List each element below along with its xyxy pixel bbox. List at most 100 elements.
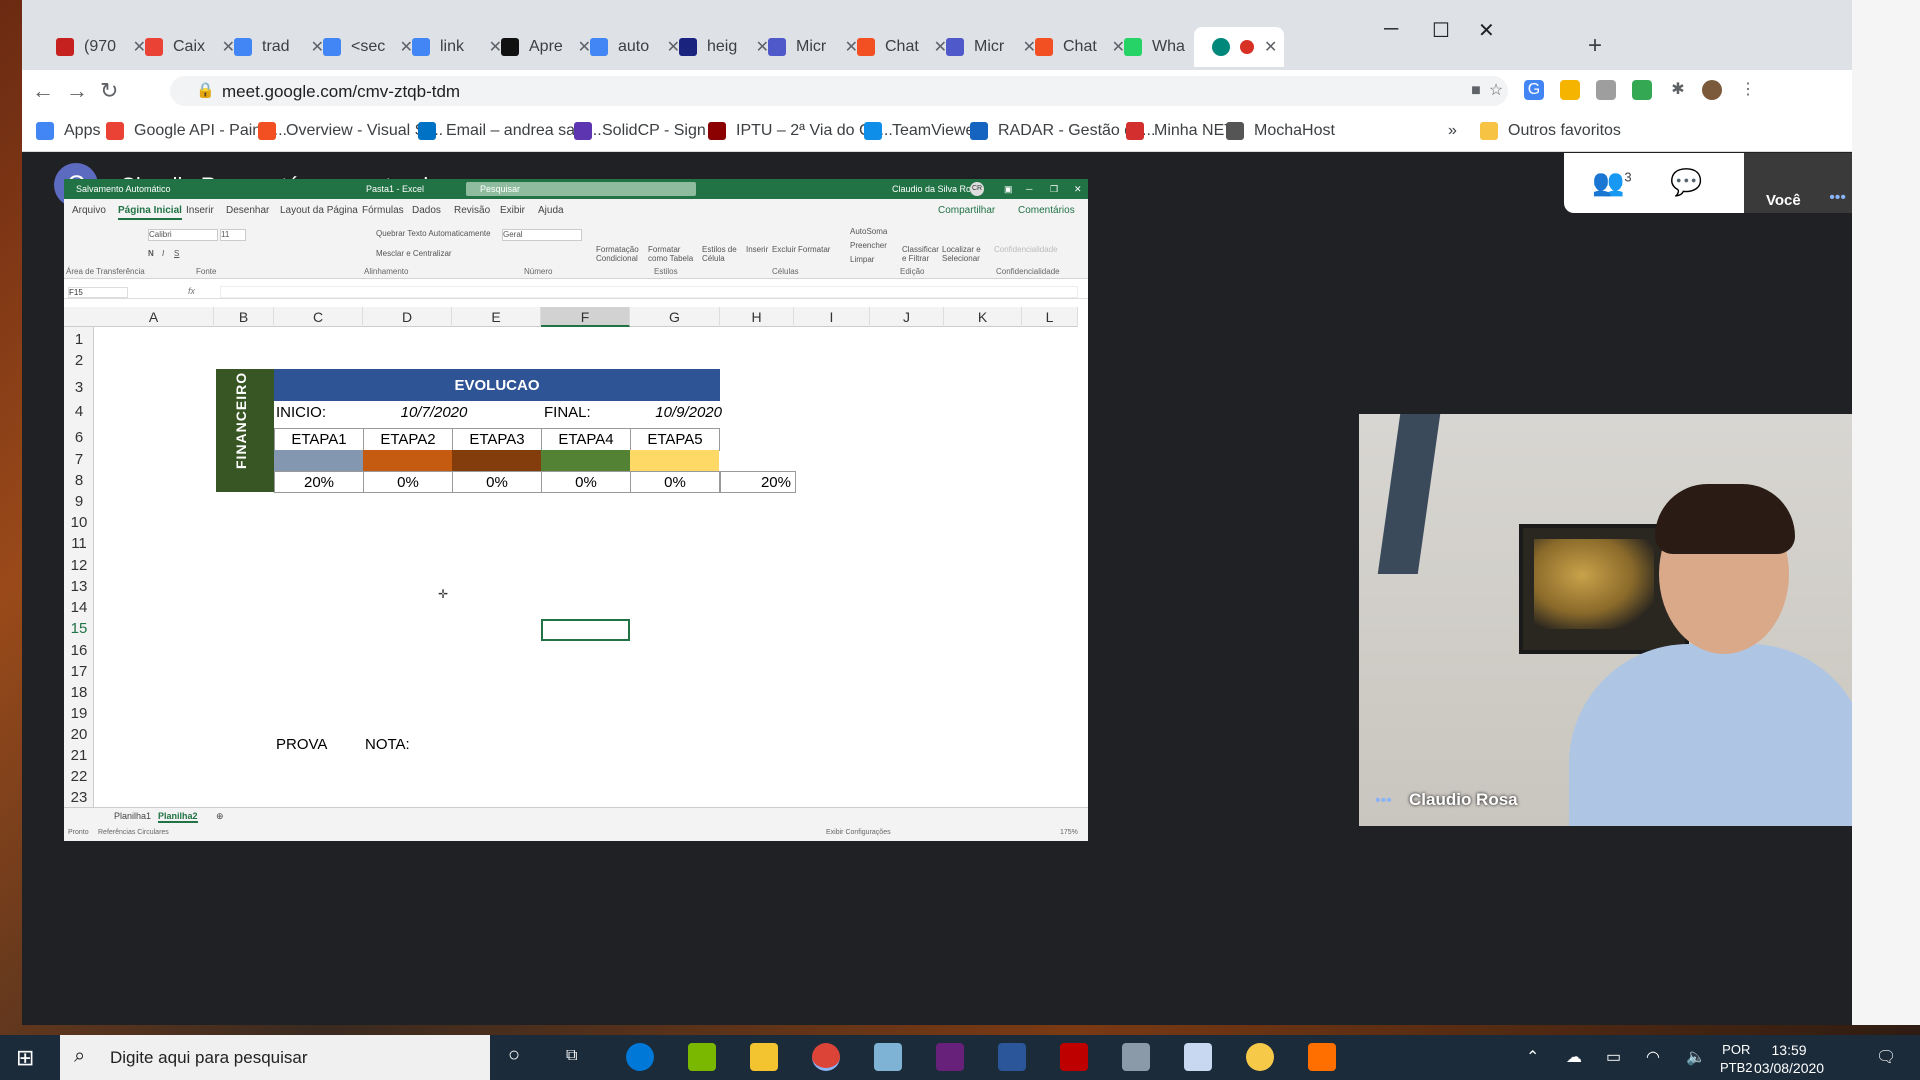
prova-cell[interactable]: PROVA [274,733,354,755]
insert-cells-button[interactable]: Inserir [746,245,768,254]
column-header[interactable]: E [452,307,541,327]
column-header[interactable]: C [274,307,363,327]
visual-studio-icon[interactable] [936,1043,964,1071]
more-options-icon[interactable]: ••• [1829,189,1846,207]
excel-menu-tab[interactable]: Layout da Página [280,205,358,216]
column-header[interactable]: H [720,307,794,327]
sheet-tab-planilha2[interactable]: Planilha2 [158,811,198,823]
excel-close-icon[interactable]: ✕ [1074,184,1082,195]
participants-icon[interactable]: 👥3 [1592,167,1632,198]
profile-avatar[interactable] [1702,80,1722,100]
new-tab-button[interactable]: + [1588,32,1602,60]
minimize-button[interactable]: ─ [1384,18,1398,41]
row-header[interactable]: 1 [64,331,94,348]
share-button[interactable]: Compartilhar [938,205,995,216]
excel-search[interactable]: Pesquisar [466,182,696,196]
stage-color-cell[interactable] [541,450,630,471]
italic-button[interactable]: I [162,249,164,258]
excel-menu-tab[interactable]: Revisão [454,205,490,216]
column-header[interactable]: L [1022,307,1078,327]
format-table-button[interactable]: Formatar como Tabela [648,245,700,263]
row-header[interactable]: 7 [64,451,94,468]
row-header[interactable]: 19 [64,705,94,722]
autosum-button[interactable]: AutoSoma [850,227,887,236]
chrome-icon[interactable] [812,1043,840,1071]
row-header[interactable]: 22 [64,768,94,785]
show-hidden-icons[interactable]: ⌃ [1526,1047,1539,1067]
column-header[interactable]: F [541,307,630,327]
edge-icon[interactable] [626,1043,654,1071]
row-header[interactable]: 3 [64,379,94,396]
stage-color-cell[interactable] [363,450,452,471]
row-header[interactable]: 11 [64,535,94,552]
bookmark-item[interactable]: Overview - Visual St... [258,122,443,140]
inicio-date-cell[interactable]: 10/7/2020 [364,401,504,423]
excel-menu-tab[interactable]: Página Inicial [118,205,182,220]
excel-menu-tab[interactable]: Exibir [500,205,525,216]
display-settings-button[interactable]: Exibir Configurações [826,829,891,836]
file-explorer-icon[interactable] [750,1043,778,1071]
stage-header-cell[interactable]: ETAPA5 [630,428,720,451]
notifications-icon[interactable]: 🗨 [1876,1047,1896,1067]
number-format-select[interactable]: Geral [502,229,582,241]
reload-icon[interactable]: ↻ [100,78,118,104]
row-header[interactable]: 9 [64,493,94,510]
key-extension-icon[interactable] [1560,80,1580,100]
app-icon-12[interactable] [1308,1043,1336,1071]
row-header[interactable]: 14 [64,599,94,616]
final-label-cell[interactable]: FINAL: [544,401,634,423]
back-icon[interactable]: ← [32,78,54,104]
sensitivity-button[interactable]: Confidencialidade [994,245,1058,254]
excel-menu-tab[interactable]: Ajuda [538,205,564,216]
row-header[interactable]: 23 [64,789,94,806]
column-header[interactable]: B [214,307,274,327]
final-date-cell[interactable]: 10/9/2020 [634,401,722,423]
conditional-format-button[interactable]: Formatação Condicional [596,245,646,263]
menu-icon[interactable]: ⋮ [1738,80,1758,100]
column-header[interactable]: K [944,307,1022,327]
task-view-icon[interactable]: ⧉ [566,1047,577,1065]
maximize-button[interactable]: ☐ [1432,18,1450,43]
sort-filter-button[interactable]: Classificar e Filtrar [902,245,939,263]
add-sheet-button[interactable]: ⊕ [216,811,224,822]
participant-video-claudio[interactable]: ••• Claudio Rosa [1359,414,1852,826]
column-header[interactable]: I [794,307,870,327]
evolucao-header-cell[interactable]: EVOLUCAO [274,369,720,401]
sheet-tab-planilha1[interactable]: Planilha1 [114,811,151,821]
row-header[interactable]: 16 [64,642,94,659]
comments-button[interactable]: Comentários [1018,205,1075,216]
taskbar-search[interactable]: ⌕ Digite aqui para pesquisar [60,1035,490,1080]
font-size-select[interactable]: 11 [220,229,246,241]
camera-icon[interactable]: ■ [1466,81,1486,101]
format-cells-button[interactable]: Formatar [798,245,830,254]
language-indicator[interactable]: POR PTB2 [1720,1041,1753,1077]
row-header[interactable]: 8 [64,472,94,489]
clear-button[interactable]: Limpar [850,255,874,264]
close-window-button[interactable]: ✕ [1478,18,1495,43]
filezilla-icon[interactable] [1060,1043,1088,1071]
ribbon-display-icon[interactable]: ▣ [1004,184,1013,195]
cortana-icon[interactable]: ○ [508,1044,520,1067]
find-select-button[interactable]: Localizar e Selecionar [942,245,982,263]
financeiro-label-cell[interactable]: FINANCEIRO [216,369,274,492]
stage-header-cell[interactable]: ETAPA1 [274,428,364,451]
bold-button[interactable]: N [148,249,154,258]
row-header[interactable]: 17 [64,663,94,680]
merge-center-button[interactable]: Mesclar e Centralizar [376,249,452,258]
inicio-label-cell[interactable]: INICIO: [276,401,366,423]
underline-button[interactable]: S [174,249,179,258]
wifi-icon[interactable]: ◠ [1646,1047,1660,1067]
excel-restore-icon[interactable]: ❐ [1050,184,1058,195]
excel-menu-tab[interactable]: Dados [412,205,441,216]
font-select[interactable]: Calibri [148,229,218,241]
row-header[interactable]: 21 [64,747,94,764]
row-header[interactable]: 20 [64,726,94,743]
puzzle-icon[interactable]: ✱ [1668,80,1688,100]
address-bar[interactable]: 🔒 meet.google.com/cmv-ztqb-tdm ■ ☆ [170,76,1508,106]
stage-percent-cell[interactable]: 20% [274,471,364,493]
row-header[interactable]: 12 [64,557,94,574]
wrap-text-button[interactable]: Quebrar Texto Automaticamente [376,229,491,238]
delete-cells-button[interactable]: Excluir [772,245,796,254]
stage-color-cell[interactable] [274,450,363,471]
translate-extension-icon[interactable]: G [1524,80,1544,100]
